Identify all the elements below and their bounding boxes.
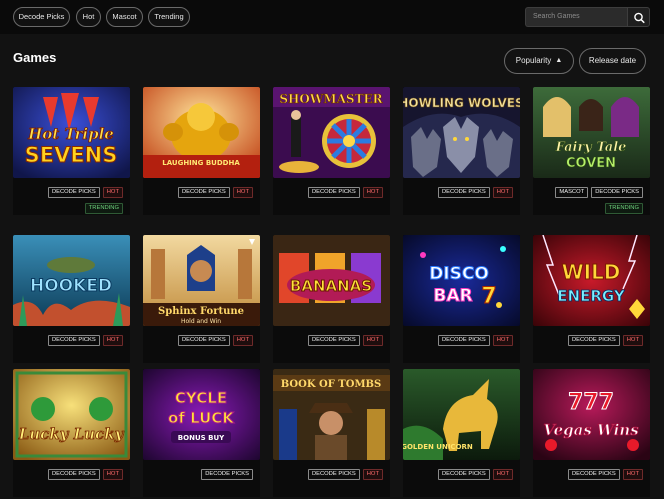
- tag-hot: HOT: [102, 187, 123, 198]
- tag-decode-picks: DECODE PICKS: [307, 335, 360, 346]
- game-card[interactable]: HOOKED DECODE PICKS HOT: [13, 235, 130, 363]
- game-subtitle-art: Hold and Win: [181, 318, 221, 325]
- tag-decode-picks: DECODE PICKS: [567, 469, 620, 480]
- search-input[interactable]: Search Games: [525, 7, 627, 27]
- game-title-art: SHOWMASTER: [279, 92, 383, 106]
- svg-text:Hot Triple: Hot Triple: [27, 125, 114, 143]
- tag-decode-picks: DECODE PICKS: [437, 187, 490, 198]
- tag-decode-picks: DECODE PICKS: [47, 469, 100, 480]
- game-title-art: Vegas Wins: [543, 421, 639, 439]
- game-card[interactable]: BOOK OF TOMBS DECODE PICKS HOT: [273, 369, 390, 497]
- game-thumbnail[interactable]: Lucky Lucky: [13, 369, 130, 460]
- tag-hot: HOT: [492, 469, 513, 480]
- tag-hot: HOT: [362, 187, 383, 198]
- tag-decode-picks: DECODE PICKS: [47, 335, 100, 346]
- svg-text:CYCLE: CYCLE: [175, 389, 227, 407]
- game-card[interactable]: BANANAS DECODE PICKS HOT: [273, 235, 390, 363]
- game-thumbnail[interactable]: BANANAS: [273, 235, 390, 326]
- tag-hot: HOT: [362, 335, 383, 346]
- tag-trending: TRENDING: [604, 203, 643, 214]
- game-thumbnail[interactable]: Fairy Tale COVEN: [533, 87, 650, 178]
- game-card[interactable]: 777 Vegas Wins DECODE PICKS HOT: [533, 369, 650, 497]
- game-card[interactable]: SHOWMASTER DECODE PICKS HOT: [273, 87, 390, 215]
- tag-decode-picks: DECODE PICKS: [177, 335, 230, 346]
- svg-text:777: 777: [568, 390, 614, 415]
- sort-popularity-button[interactable]: Popularity ▲: [504, 48, 574, 74]
- tag-hot: HOT: [362, 469, 383, 480]
- svg-text:Fairy Tale: Fairy Tale: [555, 140, 627, 155]
- svg-text:WILD: WILD: [562, 260, 621, 284]
- svg-text:COVEN: COVEN: [566, 156, 616, 171]
- tag-hot: HOT: [492, 187, 513, 198]
- game-card[interactable]: WILD ENERGY DECODE PICKS HOT: [533, 235, 650, 363]
- tag-mascot: MASCOT: [555, 187, 589, 198]
- tag-decode-picks: DECODE PICKS: [567, 335, 620, 346]
- tag-hot: HOT: [102, 335, 123, 346]
- filter-mascot[interactable]: Mascot: [106, 7, 143, 27]
- game-title-art: HOWLING WOLVES: [403, 96, 520, 110]
- game-thumbnail[interactable]: CYCLE of LUCK BONUS BUY: [143, 369, 260, 460]
- game-card[interactable]: DISCO BAR 7 DECODE PICKS HOT: [403, 235, 520, 363]
- svg-text:of LUCK: of LUCK: [168, 409, 235, 427]
- tag-hot: HOT: [232, 187, 253, 198]
- game-card[interactable]: HOWLING WOLVES DECODE PICKS HOT: [403, 87, 520, 215]
- filter-decode-picks[interactable]: Decode Picks: [13, 7, 70, 27]
- filter-trending[interactable]: Trending: [148, 7, 190, 27]
- game-thumbnail[interactable]: WILD ENERGY: [533, 235, 650, 326]
- game-card[interactable]: Sphinx Fortune Hold and Win DECODE PICKS…: [143, 235, 260, 363]
- filter-hot[interactable]: Hot: [76, 7, 101, 27]
- game-title-art: BANANAS: [290, 277, 372, 295]
- game-title-art: BOOK OF TOMBS: [281, 379, 381, 390]
- tag-decode-picks: DECODE PICKS: [201, 469, 253, 480]
- game-card[interactable]: Hot Triple SEVENS DECODE PICKS HOT TRENDI…: [13, 87, 130, 215]
- game-thumbnail[interactable]: GOLDEN UNICORN: [403, 369, 520, 460]
- game-title-art: Lucky Lucky: [18, 425, 125, 443]
- game-card[interactable]: LAUGHING BUDDHA DECODE PICKS HOT: [143, 87, 260, 215]
- game-card[interactable]: Lucky Lucky DECODE PICKS HOT: [13, 369, 130, 497]
- svg-text:BAR: BAR: [433, 286, 472, 306]
- tag-decode-picks: DECODE PICKS: [437, 469, 490, 480]
- game-title-art: HOOKED: [30, 276, 112, 296]
- game-title-art: GOLDEN UNICORN: [403, 443, 473, 451]
- tag-hot: HOT: [232, 335, 253, 346]
- game-thumbnail[interactable]: HOOKED: [13, 235, 130, 326]
- tag-hot: HOT: [102, 469, 123, 480]
- svg-text:SEVENS: SEVENS: [25, 143, 118, 167]
- game-thumbnail[interactable]: BOOK OF TOMBS: [273, 369, 390, 460]
- game-thumbnail[interactable]: 777 Vegas Wins: [533, 369, 650, 460]
- page-title: Games: [13, 50, 57, 65]
- svg-text:7: 7: [481, 284, 496, 309]
- search-icon: [634, 12, 645, 24]
- game-thumbnail[interactable]: Sphinx Fortune Hold and Win: [143, 235, 260, 326]
- game-thumbnail[interactable]: SHOWMASTER: [273, 87, 390, 178]
- game-thumbnail[interactable]: LAUGHING BUDDHA: [143, 87, 260, 178]
- tag-decode-picks: DECODE PICKS: [591, 187, 643, 198]
- tag-decode-picks: DECODE PICKS: [47, 187, 100, 198]
- game-thumbnail[interactable]: DISCO BAR 7: [403, 235, 520, 326]
- tag-trending: TRENDING: [84, 203, 123, 214]
- sort-release-date-button[interactable]: Release date: [579, 48, 646, 74]
- tag-decode-picks: DECODE PICKS: [437, 335, 490, 346]
- chevron-up-icon: ▲: [555, 57, 563, 64]
- top-bar: Decode Picks Hot Mascot Trending Search …: [0, 0, 664, 34]
- game-card[interactable]: CYCLE of LUCK BONUS BUY DECODE PICKS: [143, 369, 260, 497]
- tag-hot: HOT: [492, 335, 513, 346]
- svg-text:ENERGY: ENERGY: [557, 287, 626, 305]
- game-card[interactable]: GOLDEN UNICORN DECODE PICKS HOT: [403, 369, 520, 497]
- tag-decode-picks: DECODE PICKS: [307, 187, 360, 198]
- tag-decode-picks: DECODE PICKS: [307, 469, 360, 480]
- tag-decode-picks: DECODE PICKS: [177, 187, 230, 198]
- game-subtitle-art: BONUS BUY: [178, 434, 225, 442]
- game-card[interactable]: Fairy Tale COVEN MASCOT DECODE PICKS TREN…: [533, 87, 650, 215]
- game-title-art: LAUGHING BUDDHA: [162, 159, 240, 167]
- tag-hot: HOT: [622, 335, 643, 346]
- search-button[interactable]: [627, 7, 650, 27]
- game-thumbnail[interactable]: HOWLING WOLVES: [403, 87, 520, 178]
- sort-popularity-label: Popularity: [515, 56, 552, 65]
- game-thumbnail[interactable]: Hot Triple SEVENS: [13, 87, 130, 178]
- svg-text:DISCO: DISCO: [429, 264, 489, 284]
- game-title-art: Sphinx Fortune: [158, 306, 244, 317]
- tag-hot: HOT: [622, 469, 643, 480]
